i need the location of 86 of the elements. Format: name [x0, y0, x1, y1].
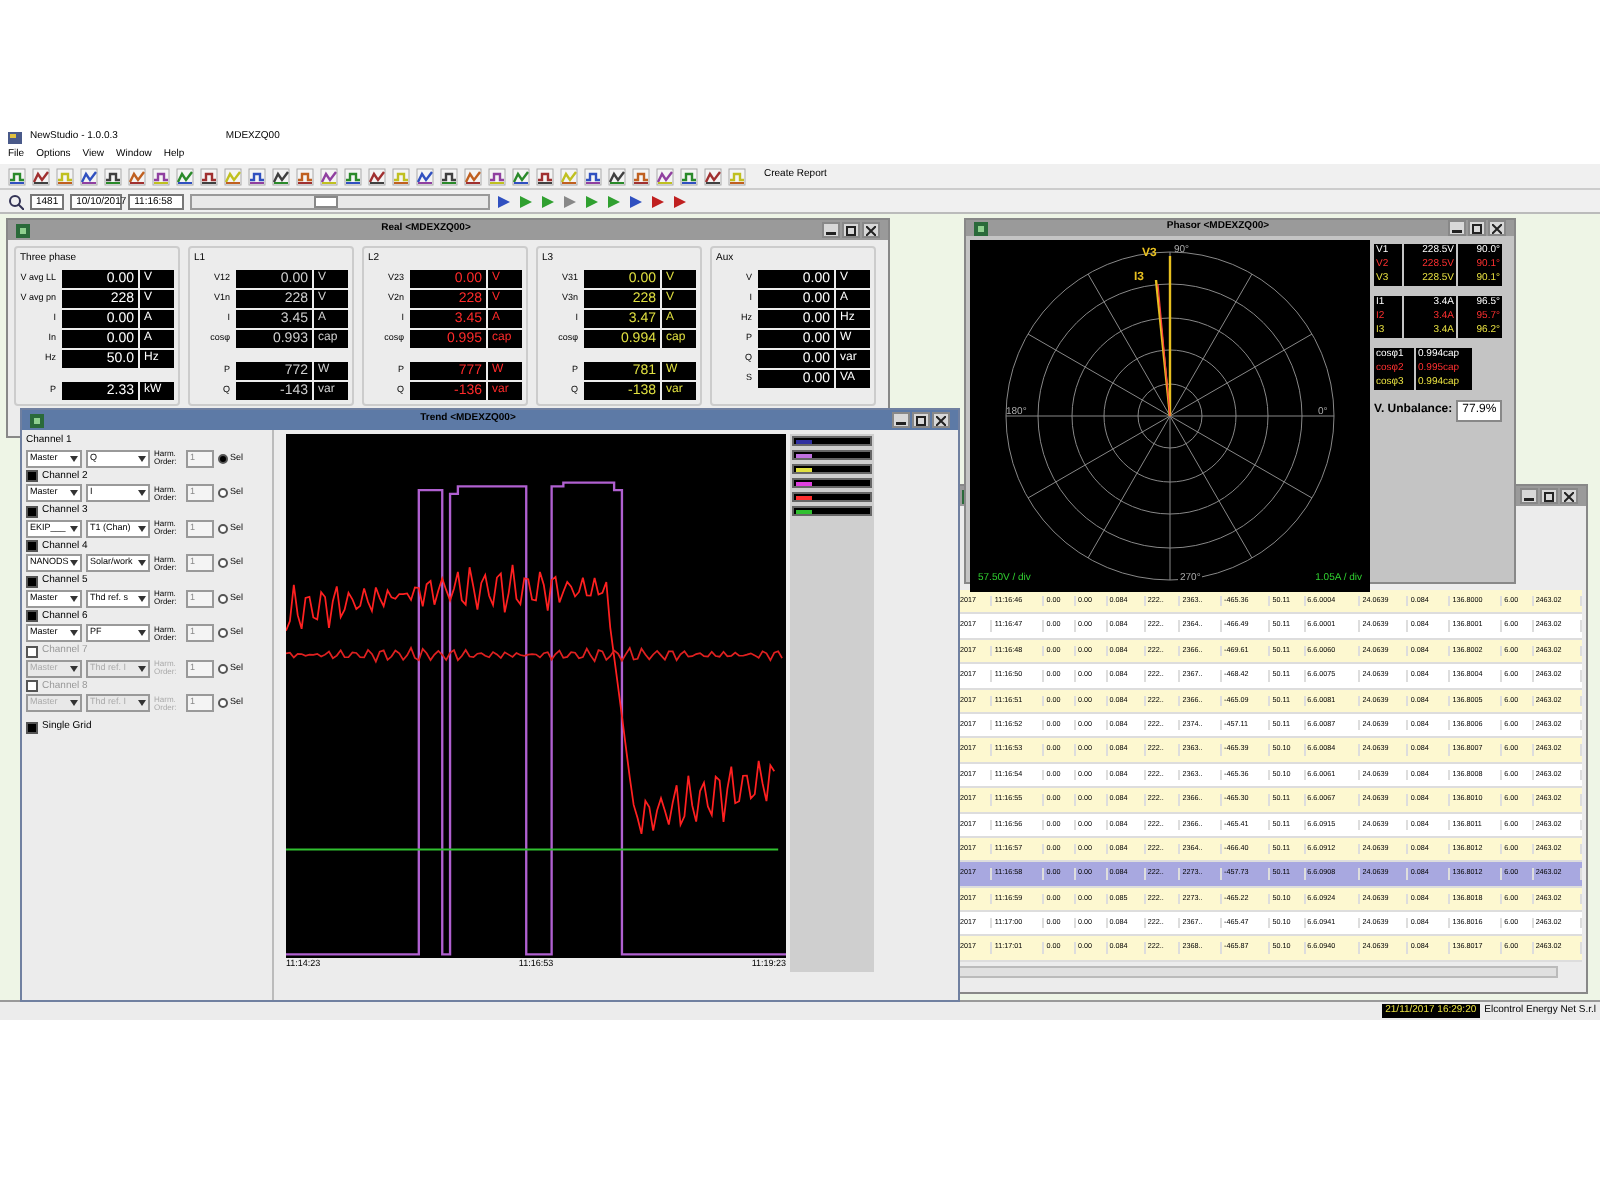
maximize-button[interactable] — [912, 412, 930, 428]
caret-icon — [70, 630, 78, 636]
chart-icon[interactable] — [488, 167, 506, 185]
channel-checkbox[interactable] — [26, 575, 38, 588]
maximize-icon — [846, 225, 856, 235]
chart-icon[interactable] — [152, 167, 170, 185]
close-button[interactable] — [862, 222, 880, 238]
caret-icon — [70, 700, 78, 706]
horizontal-scrollbar[interactable] — [958, 965, 1558, 978]
single-grid-checkbox[interactable] — [26, 721, 38, 734]
maximize-button[interactable] — [1468, 220, 1486, 236]
app-icon — [16, 223, 30, 237]
minimize-button[interactable] — [892, 412, 910, 428]
caret-icon — [138, 700, 146, 706]
app-icon — [30, 413, 44, 427]
maximize-icon — [916, 415, 926, 425]
chart-icon[interactable] — [656, 167, 674, 185]
minimize-icon — [1524, 498, 1534, 502]
chart-icon[interactable] — [416, 167, 434, 185]
minimize-icon — [896, 422, 906, 426]
minimize-button[interactable] — [1448, 220, 1466, 236]
caret-icon — [138, 560, 146, 566]
close-button[interactable] — [1488, 220, 1506, 236]
caret-icon — [138, 525, 146, 531]
chart-icon[interactable] — [344, 167, 362, 185]
channel-checkbox[interactable] — [26, 610, 38, 623]
caret-icon — [138, 455, 146, 461]
maximize-icon — [1544, 491, 1554, 501]
chart-icon[interactable] — [680, 167, 698, 185]
chart-icon[interactable] — [272, 167, 290, 185]
chart-icon[interactable] — [440, 167, 458, 185]
caret-icon — [70, 490, 78, 496]
chart-icon[interactable] — [608, 167, 626, 185]
close-icon — [936, 415, 946, 425]
chart-icon[interactable] — [368, 167, 386, 185]
legend-swatch[interactable] — [792, 478, 872, 488]
caret-icon — [70, 525, 78, 531]
legend-swatch[interactable] — [792, 506, 872, 516]
maximize-button[interactable] — [1540, 488, 1558, 504]
chart-icon[interactable] — [536, 167, 554, 185]
caret-icon — [70, 665, 78, 671]
chart-icon[interactable] — [176, 167, 194, 185]
caret-icon — [70, 560, 78, 566]
close-icon — [1564, 491, 1574, 501]
caret-icon — [138, 595, 146, 601]
channel-checkbox[interactable] — [26, 540, 38, 553]
legend-swatch[interactable] — [792, 464, 872, 474]
magnifier-icon[interactable] — [8, 193, 24, 209]
slider-thumb[interactable] — [314, 195, 339, 207]
legend-swatch[interactable] — [792, 436, 872, 446]
chart-icon[interactable] — [464, 167, 482, 185]
chart-icon[interactable] — [32, 167, 50, 185]
minimize-button[interactable] — [1520, 488, 1538, 504]
chart-icon[interactable] — [584, 167, 602, 185]
close-button[interactable] — [1560, 488, 1578, 504]
minimize-icon — [1452, 230, 1462, 234]
chart-icon[interactable] — [704, 167, 722, 185]
close-icon — [866, 225, 876, 235]
chart-icon[interactable] — [632, 167, 650, 185]
legend-swatch[interactable] — [792, 450, 872, 460]
chart-icon[interactable] — [320, 167, 338, 185]
chart-icon[interactable] — [200, 167, 218, 185]
close-icon — [1492, 223, 1502, 233]
maximize-icon — [1472, 223, 1482, 233]
caret-icon — [138, 490, 146, 496]
caret-icon — [138, 665, 146, 671]
minimize-button[interactable] — [822, 222, 840, 238]
chart-icon[interactable] — [8, 167, 26, 185]
chart-icon[interactable] — [296, 167, 314, 185]
chart-icon[interactable] — [512, 167, 530, 185]
chart-icon[interactable] — [128, 167, 146, 185]
channel-checkbox[interactable] — [26, 505, 38, 518]
minimize-icon — [826, 232, 836, 236]
app-icon — [8, 131, 22, 143]
time-slider[interactable] — [190, 193, 491, 209]
channel-checkbox[interactable] — [26, 470, 38, 483]
maximize-button[interactable] — [842, 222, 860, 238]
app-icon — [974, 221, 988, 235]
caret-icon — [70, 595, 78, 601]
caret-icon — [138, 630, 146, 636]
chart-icon[interactable] — [80, 167, 98, 185]
chart-icon[interactable] — [104, 167, 122, 185]
caret-icon — [70, 455, 78, 461]
chart-icon[interactable] — [248, 167, 266, 185]
close-button[interactable] — [932, 412, 950, 428]
legend-swatch[interactable] — [792, 492, 872, 502]
